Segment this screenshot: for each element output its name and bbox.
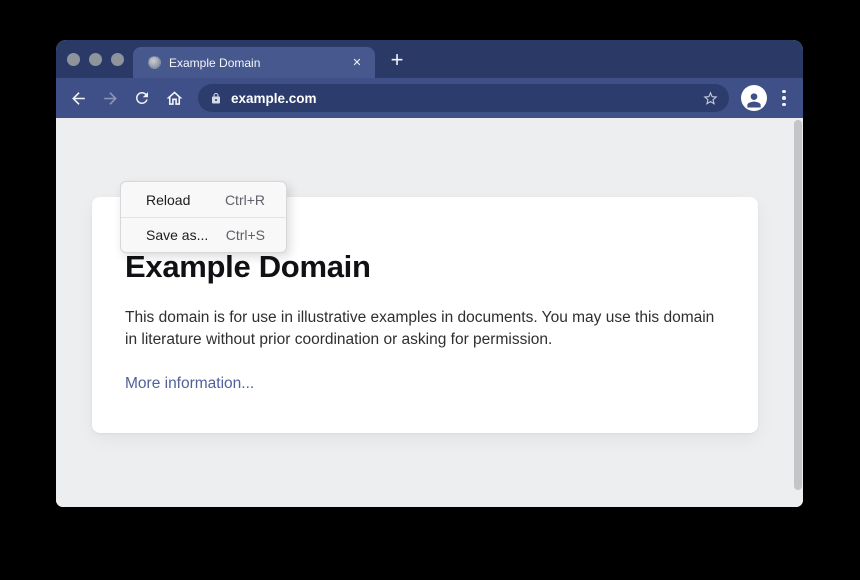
page-title: Example Domain <box>125 249 718 285</box>
favicon-icon <box>148 56 161 69</box>
menu-item-label: Save as... <box>146 227 208 243</box>
toolbar: example.com <box>56 78 803 118</box>
home-button[interactable] <box>158 82 190 114</box>
context-menu: Reload Ctrl+R Save as... Ctrl+S <box>120 181 287 253</box>
title-bar: Example Domain ✕ + <box>56 40 803 78</box>
lock-icon[interactable] <box>210 92 222 105</box>
dot-icon <box>782 96 786 100</box>
browser-window: Example Domain ✕ + <box>56 40 803 507</box>
menu-item-shortcut: Ctrl+R <box>225 192 265 208</box>
url-text: example.com <box>231 91 702 106</box>
address-bar[interactable]: example.com <box>198 84 729 112</box>
context-menu-item-reload[interactable]: Reload Ctrl+R <box>121 182 286 217</box>
browser-menu-button[interactable] <box>777 90 791 107</box>
minimize-window-button[interactable] <box>89 53 102 66</box>
page-paragraph: This domain is for use in illustrative e… <box>125 307 717 351</box>
context-menu-item-save-as[interactable]: Save as... Ctrl+S <box>121 217 286 252</box>
dot-icon <box>782 90 786 94</box>
bookmark-star-icon[interactable] <box>702 90 719 107</box>
forward-button[interactable] <box>94 82 126 114</box>
back-button[interactable] <box>62 82 94 114</box>
tab-example-domain[interactable]: Example Domain ✕ <box>133 47 375 78</box>
back-arrow-icon <box>69 89 88 108</box>
zoom-window-button[interactable] <box>111 53 124 66</box>
menu-item-shortcut: Ctrl+S <box>226 227 265 243</box>
dot-icon <box>782 103 786 107</box>
vertical-scrollbar[interactable] <box>794 120 802 490</box>
window-controls <box>67 53 124 66</box>
page-viewport: Example Domain This domain is for use in… <box>56 118 803 507</box>
person-icon <box>744 90 764 110</box>
reload-icon <box>133 89 151 107</box>
menu-item-label: Reload <box>146 192 190 208</box>
close-window-button[interactable] <box>67 53 80 66</box>
reload-button[interactable] <box>126 82 158 114</box>
tab-title: Example Domain <box>169 56 349 70</box>
new-tab-button[interactable]: + <box>384 47 410 73</box>
forward-arrow-icon <box>101 89 120 108</box>
more-information-link[interactable]: More information... <box>125 375 254 393</box>
tab-close-icon[interactable]: ✕ <box>349 55 365 71</box>
profile-avatar-button[interactable] <box>741 85 767 111</box>
home-icon <box>165 89 184 108</box>
